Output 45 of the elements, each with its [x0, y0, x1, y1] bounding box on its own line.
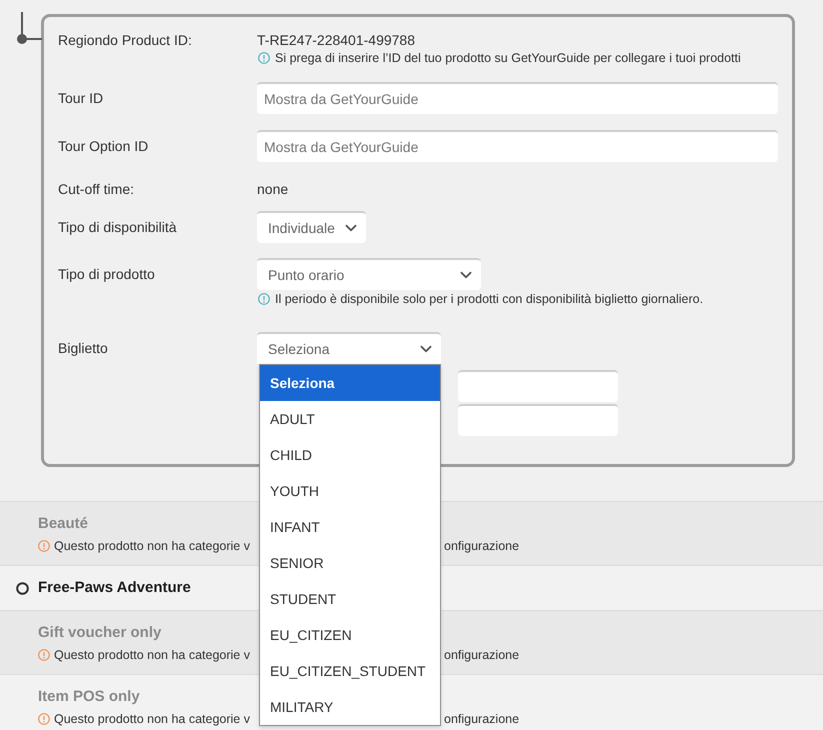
dropdown-option[interactable]: INFANT: [260, 509, 440, 545]
text-input[interactable]: Mostra da GetYourGuide: [257, 130, 778, 162]
field-value: none: [257, 180, 288, 198]
select-dropdown[interactable]: Individuale: [257, 211, 366, 243]
dropdown-option[interactable]: EU_CITIZEN_STUDENT: [260, 653, 440, 689]
dropdown-option[interactable]: YOUTH: [260, 473, 440, 509]
field-value: T-RE247-228401-499788: [257, 31, 416, 49]
select-dropdown[interactable]: Punto orario: [257, 258, 481, 290]
dropdown-option[interactable]: STUDENT: [260, 581, 440, 617]
field-label: Cut-off time:: [58, 180, 135, 198]
warning-text: Questo prodotto non ha categorie v: [54, 711, 250, 728]
warning-text: Questo prodotto non ha categorie v: [54, 647, 250, 664]
field-label: Tour ID: [58, 89, 104, 108]
product-title: Beauté: [38, 514, 88, 534]
dropdown-option[interactable]: SENIOR: [260, 545, 440, 581]
warning-text: onfigurazione: [444, 538, 520, 555]
warning-icon: [38, 713, 50, 725]
warning-icon: [38, 649, 50, 661]
field-label: Tour Option ID: [58, 137, 150, 156]
warning-text: onfigurazione: [444, 711, 520, 728]
timeline-connector: [15, 12, 42, 45]
ring-icon: [16, 582, 29, 594]
select-dropdown[interactable]: Seleziona: [257, 332, 441, 364]
info-icon: [258, 52, 270, 64]
field-label: Tipo di prodotto: [58, 265, 156, 284]
product-title: Gift voucher only: [38, 623, 162, 643]
text-input[interactable]: [458, 404, 618, 436]
text-input[interactable]: Mostra da GetYourGuide: [257, 82, 778, 114]
warning-text: onfigurazione: [444, 647, 520, 664]
product-title: Item POS only: [38, 687, 140, 707]
text-input[interactable]: [458, 370, 618, 402]
info-icon: [258, 293, 270, 305]
field-label: Biglietto: [58, 339, 109, 358]
dropdown-option[interactable]: Seleziona: [260, 365, 440, 401]
field-label: Regiondo Product ID:: [58, 31, 193, 49]
dropdown-option[interactable]: MILITARY: [260, 689, 440, 725]
field-label: Tipo di disponibilità: [58, 218, 178, 237]
product-title: Free-Paws Adventure: [38, 578, 191, 598]
hint-text: Si prega di inserire l’ID del tuo prodotto su GetYourGuide per collegare i tuoi prodotti: [275, 50, 741, 67]
dropdown-option[interactable]: CHILD: [260, 437, 440, 473]
dropdown-option[interactable]: ADULT: [260, 401, 440, 437]
warning-text: Questo prodotto non ha categorie v: [54, 538, 250, 555]
warning-icon: [38, 540, 50, 552]
dropdown-option[interactable]: EU_CITIZEN: [260, 617, 440, 653]
hint-text: Il periodo è disponibile solo per i prodotti con disponibilità biglietto giornaliero.: [275, 291, 704, 308]
